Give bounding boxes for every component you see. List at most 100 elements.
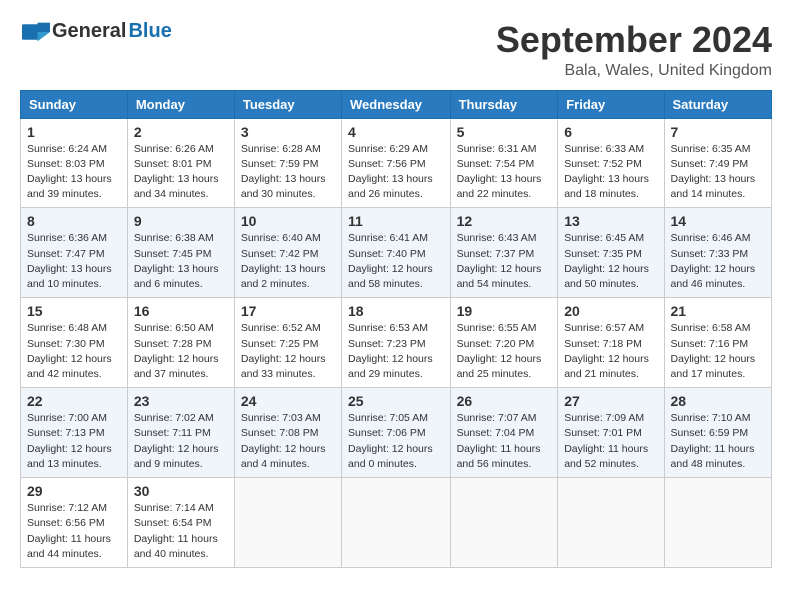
day-number: 7	[671, 124, 765, 140]
header-wednesday: Wednesday	[342, 90, 451, 118]
day-number: 10	[241, 213, 335, 229]
table-row: 14Sunrise: 6:46 AMSunset: 7:33 PMDayligh…	[664, 208, 771, 298]
header-friday: Friday	[558, 90, 664, 118]
day-info: Sunrise: 6:50 AMSunset: 7:28 PMDaylight:…	[134, 321, 228, 382]
table-row: 30 Sunrise: 7:14 AMSunset: 6:54 PMDayligh…	[127, 478, 234, 568]
table-row: 1 Sunrise: 6:24 AMSunset: 8:03 PMDaylight…	[21, 118, 128, 208]
day-info: Sunrise: 6:33 AMSunset: 7:52 PMDaylight:…	[564, 142, 657, 203]
calendar-table: Sunday Monday Tuesday Wednesday Thursday…	[20, 90, 772, 568]
day-info: Sunrise: 6:57 AMSunset: 7:18 PMDaylight:…	[564, 321, 657, 382]
logo-general-text: General	[52, 20, 126, 43]
calendar-row: 22 Sunrise: 7:00 AMSunset: 7:13 PMDayligh…	[21, 388, 772, 478]
table-row: 25 Sunrise: 7:05 AMSunset: 7:06 PMDayligh…	[342, 388, 451, 478]
day-number: 19	[457, 303, 552, 319]
day-number: 25	[348, 393, 444, 409]
day-info: Sunrise: 6:43 AMSunset: 7:37 PMDaylight:…	[457, 231, 552, 292]
calendar-row: 29 Sunrise: 7:12 AMSunset: 6:56 PMDayligh…	[21, 478, 772, 568]
table-row: 21 Sunrise: 6:58 AMSunset: 7:16 PMDayligh…	[664, 298, 771, 388]
table-row: 26Sunrise: 7:07 AMSunset: 7:04 PMDayligh…	[450, 388, 558, 478]
day-info: Sunrise: 6:26 AMSunset: 8:01 PMDaylight:…	[134, 142, 228, 203]
day-info: Sunrise: 7:00 AMSunset: 7:13 PMDaylight:…	[27, 411, 121, 472]
day-info: Sunrise: 6:45 AMSunset: 7:35 PMDaylight:…	[564, 231, 657, 292]
header-sunday: Sunday	[21, 90, 128, 118]
day-number: 17	[241, 303, 335, 319]
table-row: 28Sunrise: 7:10 AMSunset: 6:59 PMDayligh…	[664, 388, 771, 478]
table-row: 4 Sunrise: 6:29 AMSunset: 7:56 PMDaylight…	[342, 118, 451, 208]
table-row: 29 Sunrise: 7:12 AMSunset: 6:56 PMDayligh…	[21, 478, 128, 568]
location-subtitle: Bala, Wales, United Kingdom	[496, 62, 772, 80]
day-info: Sunrise: 7:02 AMSunset: 7:11 PMDaylight:…	[134, 411, 228, 472]
day-number: 2	[134, 124, 228, 140]
header-monday: Monday	[127, 90, 234, 118]
table-row: 17 Sunrise: 6:52 AMSunset: 7:25 PMDayligh…	[234, 298, 341, 388]
day-info: Sunrise: 7:09 AMSunset: 7:01 PMDaylight:…	[564, 411, 657, 472]
day-info: Sunrise: 6:40 AMSunset: 7:42 PMDaylight:…	[241, 231, 335, 292]
day-number: 28	[671, 393, 765, 409]
table-row: 2 Sunrise: 6:26 AMSunset: 8:01 PMDaylight…	[127, 118, 234, 208]
table-row	[450, 478, 558, 568]
day-number: 13	[564, 213, 657, 229]
logo: General Blue	[20, 20, 172, 43]
table-row: 11 Sunrise: 6:41 AMSunset: 7:40 PMDayligh…	[342, 208, 451, 298]
day-number: 24	[241, 393, 335, 409]
table-row: 16 Sunrise: 6:50 AMSunset: 7:28 PMDayligh…	[127, 298, 234, 388]
calendar-row: 1 Sunrise: 6:24 AMSunset: 8:03 PMDaylight…	[21, 118, 772, 208]
day-info: Sunrise: 6:35 AMSunset: 7:49 PMDaylight:…	[671, 142, 765, 203]
table-row: 15Sunrise: 6:48 AMSunset: 7:30 PMDayligh…	[21, 298, 128, 388]
day-number: 18	[348, 303, 444, 319]
logo-icon	[22, 21, 50, 43]
table-row	[234, 478, 341, 568]
day-info: Sunrise: 6:24 AMSunset: 8:03 PMDaylight:…	[27, 142, 121, 203]
day-info: Sunrise: 6:36 AMSunset: 7:47 PMDaylight:…	[27, 231, 121, 292]
day-info: Sunrise: 7:14 AMSunset: 6:54 PMDaylight:…	[134, 501, 228, 562]
day-number: 22	[27, 393, 121, 409]
day-number: 16	[134, 303, 228, 319]
day-info: Sunrise: 6:29 AMSunset: 7:56 PMDaylight:…	[348, 142, 444, 203]
day-info: Sunrise: 6:46 AMSunset: 7:33 PMDaylight:…	[671, 231, 765, 292]
table-row: 3 Sunrise: 6:28 AMSunset: 7:59 PMDaylight…	[234, 118, 341, 208]
day-number: 21	[671, 303, 765, 319]
table-row: 27 Sunrise: 7:09 AMSunset: 7:01 PMDayligh…	[558, 388, 664, 478]
day-number: 20	[564, 303, 657, 319]
day-info: Sunrise: 7:12 AMSunset: 6:56 PMDaylight:…	[27, 501, 121, 562]
day-info: Sunrise: 6:52 AMSunset: 7:25 PMDaylight:…	[241, 321, 335, 382]
table-row	[664, 478, 771, 568]
table-row: 19 Sunrise: 6:55 AMSunset: 7:20 PMDayligh…	[450, 298, 558, 388]
table-row: 24 Sunrise: 7:03 AMSunset: 7:08 PMDayligh…	[234, 388, 341, 478]
table-row: 8 Sunrise: 6:36 AMSunset: 7:47 PMDaylight…	[21, 208, 128, 298]
table-row: 20 Sunrise: 6:57 AMSunset: 7:18 PMDayligh…	[558, 298, 664, 388]
header-tuesday: Tuesday	[234, 90, 341, 118]
day-info: Sunrise: 6:53 AMSunset: 7:23 PMDaylight:…	[348, 321, 444, 382]
table-row: 13 Sunrise: 6:45 AMSunset: 7:35 PMDayligh…	[558, 208, 664, 298]
day-info: Sunrise: 7:07 AMSunset: 7:04 PMDaylight:…	[457, 411, 552, 472]
title-section: September 2024 Bala, Wales, United Kingd…	[496, 20, 772, 80]
page-header: General Blue September 2024 Bala, Wales,…	[20, 20, 772, 80]
day-number: 5	[457, 124, 552, 140]
day-number: 30	[134, 483, 228, 499]
calendar-header-row: Sunday Monday Tuesday Wednesday Thursday…	[21, 90, 772, 118]
day-number: 8	[27, 213, 121, 229]
day-info: Sunrise: 6:31 AMSunset: 7:54 PMDaylight:…	[457, 142, 552, 203]
day-number: 12	[457, 213, 552, 229]
month-year-title: September 2024	[496, 20, 772, 60]
day-number: 4	[348, 124, 444, 140]
day-info: Sunrise: 6:58 AMSunset: 7:16 PMDaylight:…	[671, 321, 765, 382]
table-row	[342, 478, 451, 568]
header-thursday: Thursday	[450, 90, 558, 118]
day-number: 3	[241, 124, 335, 140]
day-info: Sunrise: 7:05 AMSunset: 7:06 PMDaylight:…	[348, 411, 444, 472]
day-number: 6	[564, 124, 657, 140]
day-number: 15	[27, 303, 121, 319]
day-number: 11	[348, 213, 444, 229]
day-number: 27	[564, 393, 657, 409]
table-row	[558, 478, 664, 568]
day-number: 1	[27, 124, 121, 140]
day-number: 29	[27, 483, 121, 499]
day-info: Sunrise: 6:28 AMSunset: 7:59 PMDaylight:…	[241, 142, 335, 203]
day-number: 9	[134, 213, 228, 229]
table-row: 7 Sunrise: 6:35 AMSunset: 7:49 PMDaylight…	[664, 118, 771, 208]
day-info: Sunrise: 6:55 AMSunset: 7:20 PMDaylight:…	[457, 321, 552, 382]
day-info: Sunrise: 6:41 AMSunset: 7:40 PMDaylight:…	[348, 231, 444, 292]
day-info: Sunrise: 7:03 AMSunset: 7:08 PMDaylight:…	[241, 411, 335, 472]
header-saturday: Saturday	[664, 90, 771, 118]
